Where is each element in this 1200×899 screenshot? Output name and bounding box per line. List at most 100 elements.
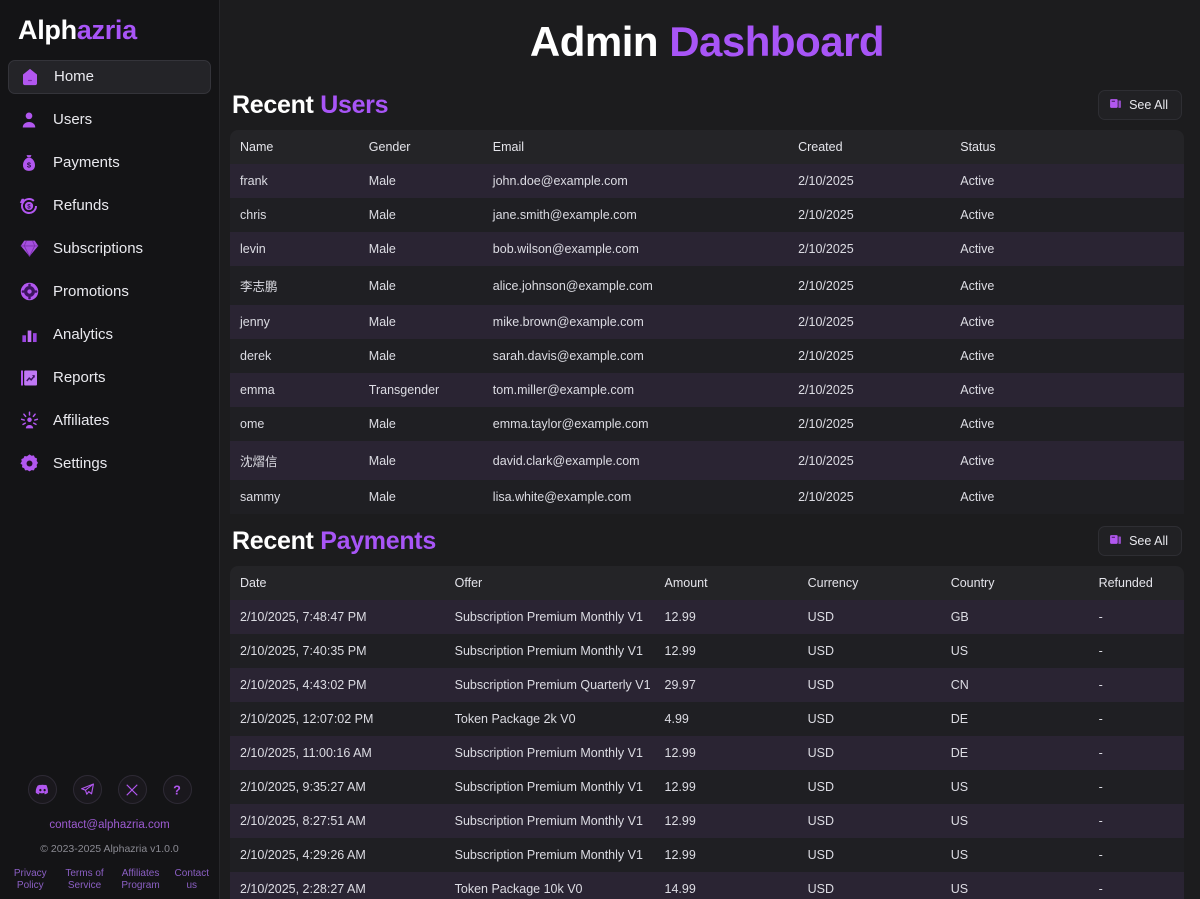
payments-col-refunded: Refunded (1088, 566, 1184, 600)
cell-refunded: - (1098, 746, 1103, 760)
table-row[interactable]: 2/10/2025, 2:28:27 AM Token Package 10k V… (230, 872, 1184, 899)
cell-offer: Subscription Premium Monthly V1 (454, 644, 643, 658)
cell-gender: Male (368, 349, 396, 363)
cell-created: 2/10/2025 (798, 453, 854, 468)
cell-email: tom.miller@example.com (492, 383, 634, 397)
sidebar-item-payments[interactable]: $ Payments (8, 146, 211, 180)
cell-offer: Subscription Premium Monthly V1 (454, 814, 643, 828)
legal-link-contact-us[interactable]: Contact us (175, 868, 209, 891)
cell-date: 2/10/2025, 4:29:26 AM (240, 848, 366, 862)
legal-link-affiliates-program[interactable]: Affiliates Program (119, 868, 163, 891)
cell-created: 2/10/2025 (798, 383, 854, 397)
table-row[interactable]: emma Transgender tom.miller@example.com 2/1… (230, 373, 1184, 407)
see-all-users-button[interactable]: See All (1098, 90, 1182, 120)
table-row[interactable]: 2/10/2025, 4:29:26 AM Subscription Premiu… (230, 838, 1184, 872)
table-row[interactable]: levin Male bob.wilson@example.com 2/10/2025… (230, 232, 1184, 266)
sidebar-item-subscriptions[interactable]: Subscriptions (8, 232, 211, 266)
cell-amount: 12.99 (664, 746, 696, 760)
table-row[interactable]: frank Male john.doe@example.com 2/10/2025 Ac… (230, 164, 1184, 198)
sidebar-item-refunds[interactable]: $ Refunds (8, 189, 211, 223)
cell-email: alice.johnson@example.com (492, 278, 653, 293)
see-all-label: See All (1129, 534, 1168, 548)
sidebar-item-settings[interactable]: Settings (8, 447, 211, 481)
table-row[interactable]: 2/10/2025, 7:48:47 PM Subscription Premiu… (230, 600, 1184, 634)
cell-amount: 12.99 (664, 814, 696, 828)
sidebar-nav: Home Users $ Payments $ Refunds Subscrip… (0, 59, 219, 488)
payments-col-amount: Amount (654, 566, 798, 600)
legal-link-terms-of-service[interactable]: Terms of Service (63, 868, 107, 891)
table-row[interactable]: 2/10/2025, 8:27:51 AM Subscription Premiu… (230, 804, 1184, 838)
see-all-label: See All (1129, 98, 1168, 112)
contact-email-link[interactable]: contact@alphazria.com (49, 819, 169, 831)
section-title-first: Recent (232, 526, 314, 555)
table-row[interactable]: sammy Male lisa.white@example.com 2/10/2025… (230, 480, 1184, 514)
cell-refunded: - (1098, 644, 1103, 658)
cell-date: 2/10/2025, 12:07:02 PM (240, 712, 374, 726)
cell-refunded: - (1098, 848, 1103, 862)
sidebar-item-affiliates[interactable]: Affiliates (8, 404, 211, 438)
payments-col-offer: Offer (444, 566, 655, 600)
brand-second: azria (76, 15, 137, 45)
telegram-icon[interactable] (72, 775, 102, 804)
sidebar-item-analytics[interactable]: Analytics (8, 318, 211, 352)
cell-created: 2/10/2025 (798, 417, 854, 431)
table-row[interactable]: 李志鹏 Male alice.johnson@example.com 2/10/202… (230, 266, 1184, 305)
cell-country: US (950, 780, 969, 794)
svg-text:$: $ (27, 203, 31, 210)
brand-logo[interactable]: Alphazria (0, 0, 219, 60)
sidebar-item-promotions[interactable]: Promotions (8, 275, 211, 309)
cell-name: derek (240, 349, 272, 363)
bar-chart-icon (18, 324, 40, 346)
cell-country: US (950, 814, 969, 828)
cell-refunded: - (1098, 780, 1103, 794)
table-row[interactable]: jenny Male mike.brown@example.com 2/10/2025… (230, 305, 1184, 339)
cell-gender: Male (368, 242, 396, 256)
table-row[interactable]: ome Male emma.taylor@example.com 2/10/2025 A… (230, 407, 1184, 441)
cell-country: DE (950, 712, 969, 726)
table-row[interactable]: 2/10/2025, 9:35:27 AM Subscription Premiu… (230, 770, 1184, 804)
affiliates-icon (18, 410, 40, 432)
table-row[interactable]: 2/10/2025, 7:40:35 PM Subscription Premiu… (230, 634, 1184, 668)
payments-col-country: Country (940, 566, 1089, 600)
cell-status: Active (960, 278, 995, 293)
sidebar-item-reports[interactable]: Reports (8, 361, 211, 395)
cell-created: 2/10/2025 (798, 490, 854, 504)
table-row[interactable]: 2/10/2025, 11:00:16 AM Subscription Premi… (230, 736, 1184, 770)
table-row[interactable]: 2/10/2025, 12:07:02 PM Token Package 2k V… (230, 702, 1184, 736)
users-col-name: Name (230, 130, 359, 164)
discord-icon[interactable] (27, 775, 57, 804)
cell-refunded: - (1098, 678, 1103, 692)
sidebar-item-home[interactable]: Home (8, 59, 211, 94)
cell-country: US (950, 848, 969, 862)
sidebar: Alphazria Home Users $ Payments $ Refund… (0, 0, 220, 899)
sidebar-item-label: Affiliates (53, 412, 110, 430)
sidebar-item-users[interactable]: Users (8, 103, 211, 137)
cell-country: DE (950, 746, 969, 760)
x-twitter-icon[interactable] (117, 775, 147, 804)
stacked-cards-icon (1109, 97, 1122, 113)
users-icon (18, 109, 40, 131)
cell-created: 2/10/2025 (798, 208, 854, 222)
cell-date: 2/10/2025, 7:40:35 PM (240, 644, 367, 658)
table-row[interactable]: chris Male jane.smith@example.com 2/10/2025… (230, 198, 1184, 232)
stacked-cards-icon (1109, 533, 1122, 549)
users-col-status: Status (950, 130, 1184, 164)
cell-country: US (950, 882, 969, 896)
see-all-payments-button[interactable]: See All (1098, 526, 1182, 556)
cell-offer: Subscription Premium Monthly V1 (454, 610, 643, 624)
table-row[interactable]: derek Male sarah.davis@example.com 2/10/202… (230, 339, 1184, 373)
section-title-first: Recent (232, 90, 314, 119)
brand-first: Alph (18, 15, 77, 45)
legal-link-privacy-policy[interactable]: Privacy Policy (10, 868, 51, 891)
cell-status: Active (960, 383, 995, 397)
cell-currency: USD (807, 780, 835, 794)
payments-col-date: Date (230, 566, 445, 600)
help-icon[interactable]: ? (162, 775, 192, 804)
cell-status: Active (960, 349, 995, 363)
cell-offer: Subscription Premium Quarterly V1 (454, 678, 651, 692)
table-row[interactable]: 2/10/2025, 4:43:02 PM Subscription Premiu… (230, 668, 1184, 702)
table-row[interactable]: 沈熠信 Male david.clark@example.com 2/10/2025 A… (230, 441, 1184, 480)
cell-name: emma (240, 383, 275, 397)
cell-currency: USD (807, 712, 835, 726)
